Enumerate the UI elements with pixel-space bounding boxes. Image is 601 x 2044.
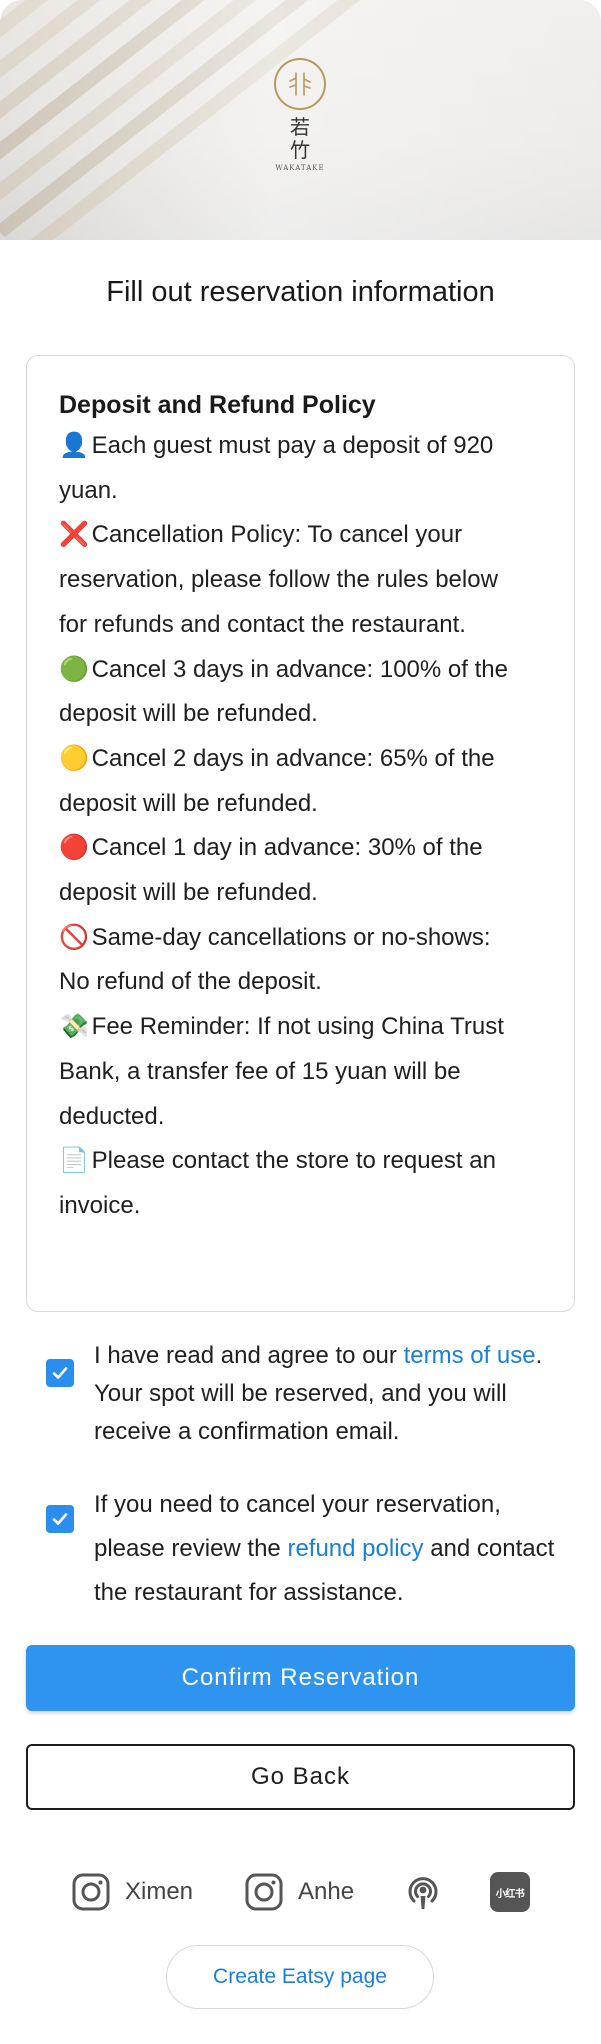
social-label-anhe: Anhe bbox=[298, 1878, 355, 1905]
policy-line-text: Cancel 1 day in advance: 30% of the depo… bbox=[59, 834, 483, 907]
policy-line-text: Please contact the store to request an i… bbox=[59, 1147, 496, 1219]
policy-line: 👤 Each guest must pay a deposit of 920 y… bbox=[59, 424, 542, 513]
logo-kanji-line2: 竹 bbox=[290, 138, 310, 162]
policy-card: Deposit and Refund Policy 👤 Each guest m… bbox=[26, 355, 575, 1312]
terms-agreement[interactable]: I have read and agree to our terms of us… bbox=[46, 1337, 556, 1451]
policy-line-text: Cancel 3 days in advance: 100% of the de… bbox=[59, 655, 508, 728]
policy-line: ❌ Cancellation Policy: To cancel your re… bbox=[59, 513, 542, 647]
go-back-button[interactable]: Go Back bbox=[26, 1744, 575, 1810]
policy-line-text: Cancel 2 days in advance: 65% of the dep… bbox=[59, 744, 495, 817]
policy-line: 🟡 Cancel 2 days in advance: 65% of the d… bbox=[59, 737, 542, 826]
logo-kanji-line1: 若 bbox=[290, 115, 310, 139]
red-circle-icon: 🔴 bbox=[59, 834, 89, 862]
cross-icon: ❌ bbox=[59, 521, 89, 549]
policy-line-text: Fee Reminder: If not using China Trust B… bbox=[59, 1013, 504, 1130]
social-link-xiaohongshu[interactable]: 小红书 bbox=[490, 1870, 530, 1914]
policy-line: 📄 Please contact the store to request an… bbox=[59, 1139, 542, 1228]
refund-agreement[interactable]: If you need to cancel your reservation, … bbox=[46, 1483, 556, 1615]
green-circle-icon: 🟢 bbox=[59, 655, 89, 683]
checkmark-icon bbox=[52, 1367, 68, 1379]
refund-checkbox[interactable] bbox=[46, 1505, 74, 1533]
instagram-icon bbox=[245, 1873, 283, 1911]
social-link-anhe[interactable]: Anhe bbox=[244, 1870, 354, 1914]
money-wings-icon: 💸 bbox=[59, 1013, 89, 1041]
policy-line-text: Each guest must pay a deposit of 920 yua… bbox=[59, 432, 494, 504]
policy-line: 🟢 Cancel 3 days in advance: 100% of the … bbox=[59, 648, 542, 737]
prohibited-icon: 🚫 bbox=[59, 923, 89, 951]
terms-checkbox[interactable] bbox=[46, 1359, 74, 1387]
social-link-podcast[interactable] bbox=[403, 1870, 443, 1914]
logo-roman-text: WAKATAKE bbox=[275, 164, 325, 172]
xiaohongshu-icon: 小红书 bbox=[490, 1872, 530, 1912]
instagram-icon bbox=[72, 1873, 110, 1911]
bamboo-logo-icon bbox=[274, 58, 326, 110]
restaurant-logo: 若 竹 WAKATAKE bbox=[261, 58, 339, 172]
terms-text-before: I have read and agree to our bbox=[94, 1342, 404, 1369]
social-label-ximen: Ximen bbox=[125, 1878, 194, 1905]
confirm-reservation-button[interactable]: Confirm Reservation bbox=[26, 1645, 575, 1711]
policy-line-text: Cancellation Policy: To cancel your rese… bbox=[59, 521, 498, 638]
policy-line: 💸 Fee Reminder: If not using China Trust… bbox=[59, 1005, 542, 1139]
xiaohongshu-icon-label: 小红书 bbox=[495, 1888, 525, 1900]
terms-agreement-text: I have read and agree to our terms of us… bbox=[94, 1337, 556, 1451]
page-title: Fill out reservation information bbox=[106, 276, 495, 308]
policy-body: 👤 Each guest must pay a deposit of 920 y… bbox=[59, 424, 542, 1229]
terms-of-use-link[interactable]: terms of use bbox=[404, 1342, 536, 1369]
podcast-icon bbox=[408, 1877, 438, 1909]
person-icon: 👤 bbox=[59, 432, 89, 459]
refund-agreement-text: If you need to cancel your reservation, … bbox=[94, 1483, 556, 1615]
refund-policy-link[interactable]: refund policy bbox=[287, 1535, 423, 1562]
policy-line: 🔴 Cancel 1 day in advance: 30% of the de… bbox=[59, 826, 542, 915]
social-link-ximen[interactable]: Ximen bbox=[71, 1870, 193, 1914]
hero-banner: 若 竹 WAKATAKE bbox=[0, 0, 601, 240]
social-links: Ximen Anhe 小红书 bbox=[0, 1870, 601, 1914]
policy-heading: Deposit and Refund Policy bbox=[59, 391, 376, 419]
yellow-circle-icon: 🟡 bbox=[59, 744, 89, 772]
document-icon: 📄 bbox=[59, 1147, 89, 1175]
policy-line: 🚫 Same-day cancellations or no-shows: No… bbox=[59, 916, 542, 1005]
checkmark-icon bbox=[52, 1513, 68, 1525]
policy-line-text: Same-day cancellations or no-shows: No r… bbox=[59, 923, 491, 996]
logo-kanji: 若 竹 bbox=[261, 116, 339, 162]
create-eatsy-page-button[interactable]: Create Eatsy page bbox=[166, 1945, 434, 2009]
